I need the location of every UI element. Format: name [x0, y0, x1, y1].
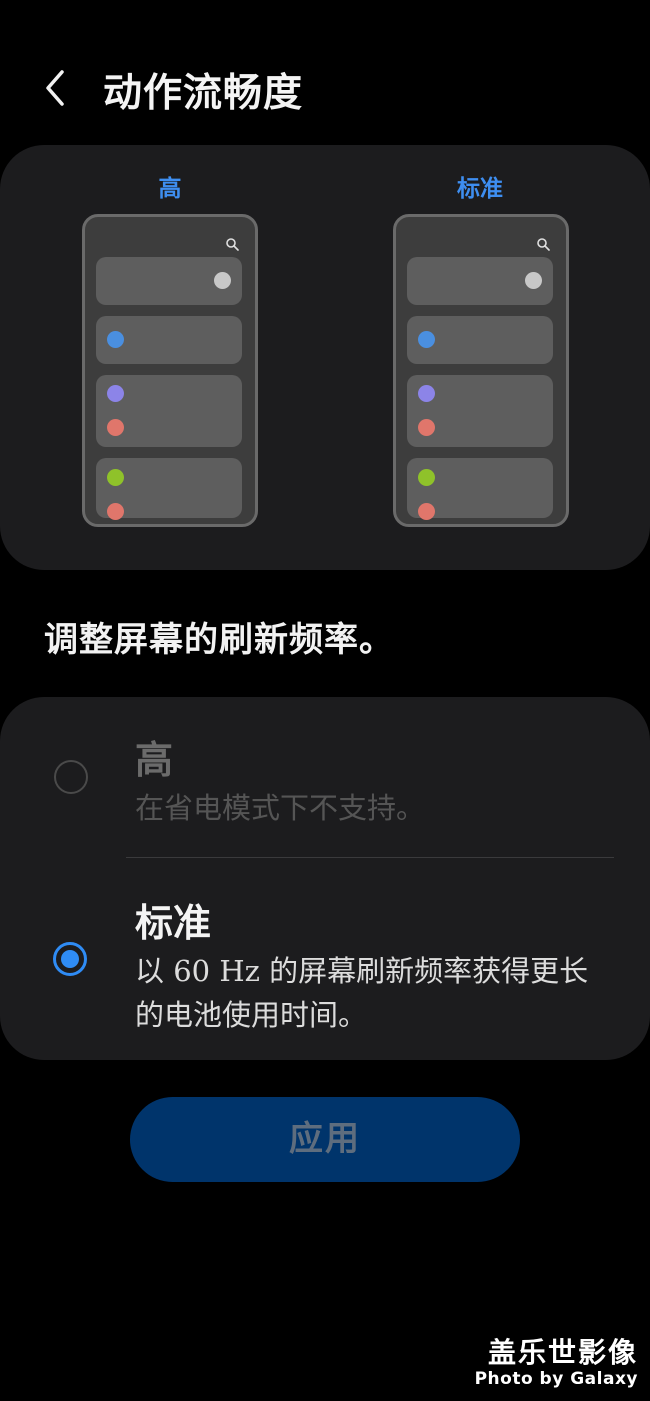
purple-dot	[418, 385, 435, 402]
watermark: 盖乐世影像 Photo by Galaxy	[474, 1336, 638, 1390]
preview-card	[407, 316, 553, 364]
toggle-dot	[214, 272, 231, 289]
toggle-dot	[525, 272, 542, 289]
divider	[126, 857, 614, 858]
option-high-title: 高	[135, 737, 174, 782]
red-dot	[107, 419, 124, 436]
preview-card	[407, 458, 553, 520]
red-dot	[107, 503, 124, 520]
preview-panel: 高 标准	[0, 145, 650, 570]
phone-preview-standard	[393, 214, 569, 527]
watermark-subtitle: Photo by Galaxy	[474, 1369, 638, 1389]
preview-label-high: 高	[158, 175, 182, 202]
option-standard-subtitle: 以 60 Hz 的屏幕刷新频率获得更长的电池使用时间。	[135, 954, 589, 1032]
radio-standard[interactable]	[53, 942, 87, 976]
preview-card	[407, 257, 553, 305]
preview-card	[96, 458, 242, 520]
preview-card	[407, 375, 553, 447]
refresh-rate-options: 高 在省电模式下不支持。 标准 以 60 Hz 的屏幕刷新频率获得更长的电池使用…	[0, 697, 650, 1060]
preview-card	[96, 375, 242, 447]
option-high-subtitle: 在省电模式下不支持。	[135, 791, 426, 825]
preview-card	[96, 257, 242, 305]
search-icon	[226, 238, 239, 251]
watermark-title: 盖乐世影像	[487, 1336, 638, 1369]
preview-card	[96, 316, 242, 364]
green-dot	[107, 469, 124, 486]
description-text: 调整屏幕的刷新频率。	[44, 620, 394, 660]
option-standard-title: 标准	[135, 900, 212, 945]
radio-high[interactable]	[54, 760, 88, 794]
back-button[interactable]	[34, 66, 78, 110]
chevron-left-icon	[46, 70, 64, 106]
green-dot	[418, 469, 435, 486]
red-dot	[418, 419, 435, 436]
page-title: 动作流畅度	[103, 70, 304, 116]
header-bar: 动作流畅度	[0, 52, 650, 124]
search-icon	[537, 238, 550, 251]
preview-label-standard: 标准	[457, 175, 503, 202]
purple-dot	[107, 385, 124, 402]
red-dot	[418, 503, 435, 520]
blue-dot	[418, 331, 435, 348]
phone-preview-high	[82, 214, 258, 527]
radio-selected-dot	[61, 950, 79, 968]
apply-button[interactable]: 应用	[130, 1097, 520, 1182]
blue-dot	[107, 331, 124, 348]
